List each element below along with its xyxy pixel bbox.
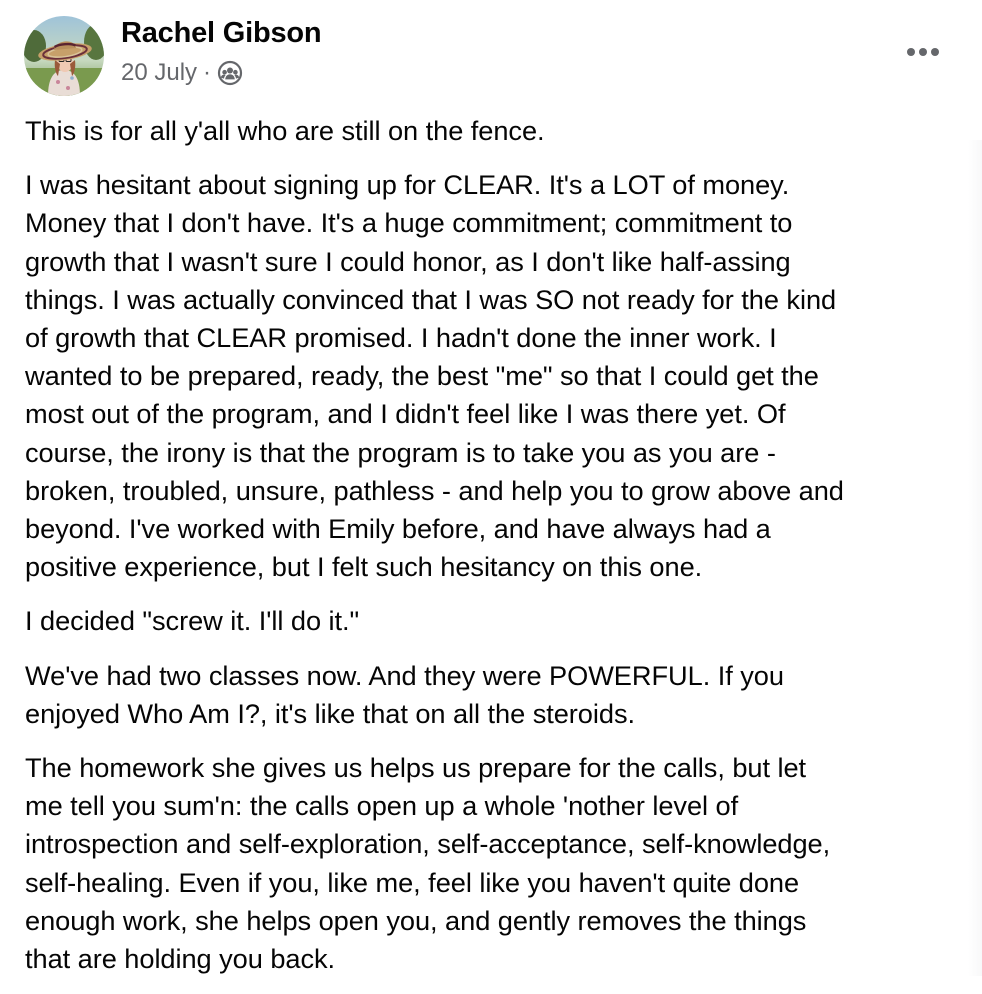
author-name[interactable]: Rachel Gibson xyxy=(121,17,322,50)
more-horizontal-icon xyxy=(907,48,939,56)
group-audience-icon[interactable] xyxy=(217,60,243,86)
post-paragraph: I decided "screw it. I'll do it." xyxy=(25,605,360,637)
post-text: This is for all y'all who are still on t… xyxy=(25,112,975,994)
post-card: Rachel Gibson 20 July · This is for all … xyxy=(0,0,982,976)
author-avatar[interactable] xyxy=(24,16,104,96)
post-paragraph: We've had two classes now. And they were… xyxy=(25,659,784,729)
more-options-button[interactable] xyxy=(900,36,946,68)
post-paragraph: I was hesitant about signing up for CLEA… xyxy=(25,169,844,583)
scroll-edge-shade xyxy=(968,140,982,976)
post-paragraph: This is for all y'all who are still on t… xyxy=(25,115,545,146)
post-meta: 20 July · xyxy=(121,59,243,87)
avatar-photo xyxy=(24,16,104,96)
post-paragraph: The homework she gives us helps us prepa… xyxy=(25,752,831,975)
meta-separator: · xyxy=(203,59,212,86)
post-date[interactable]: 20 July xyxy=(121,59,197,87)
